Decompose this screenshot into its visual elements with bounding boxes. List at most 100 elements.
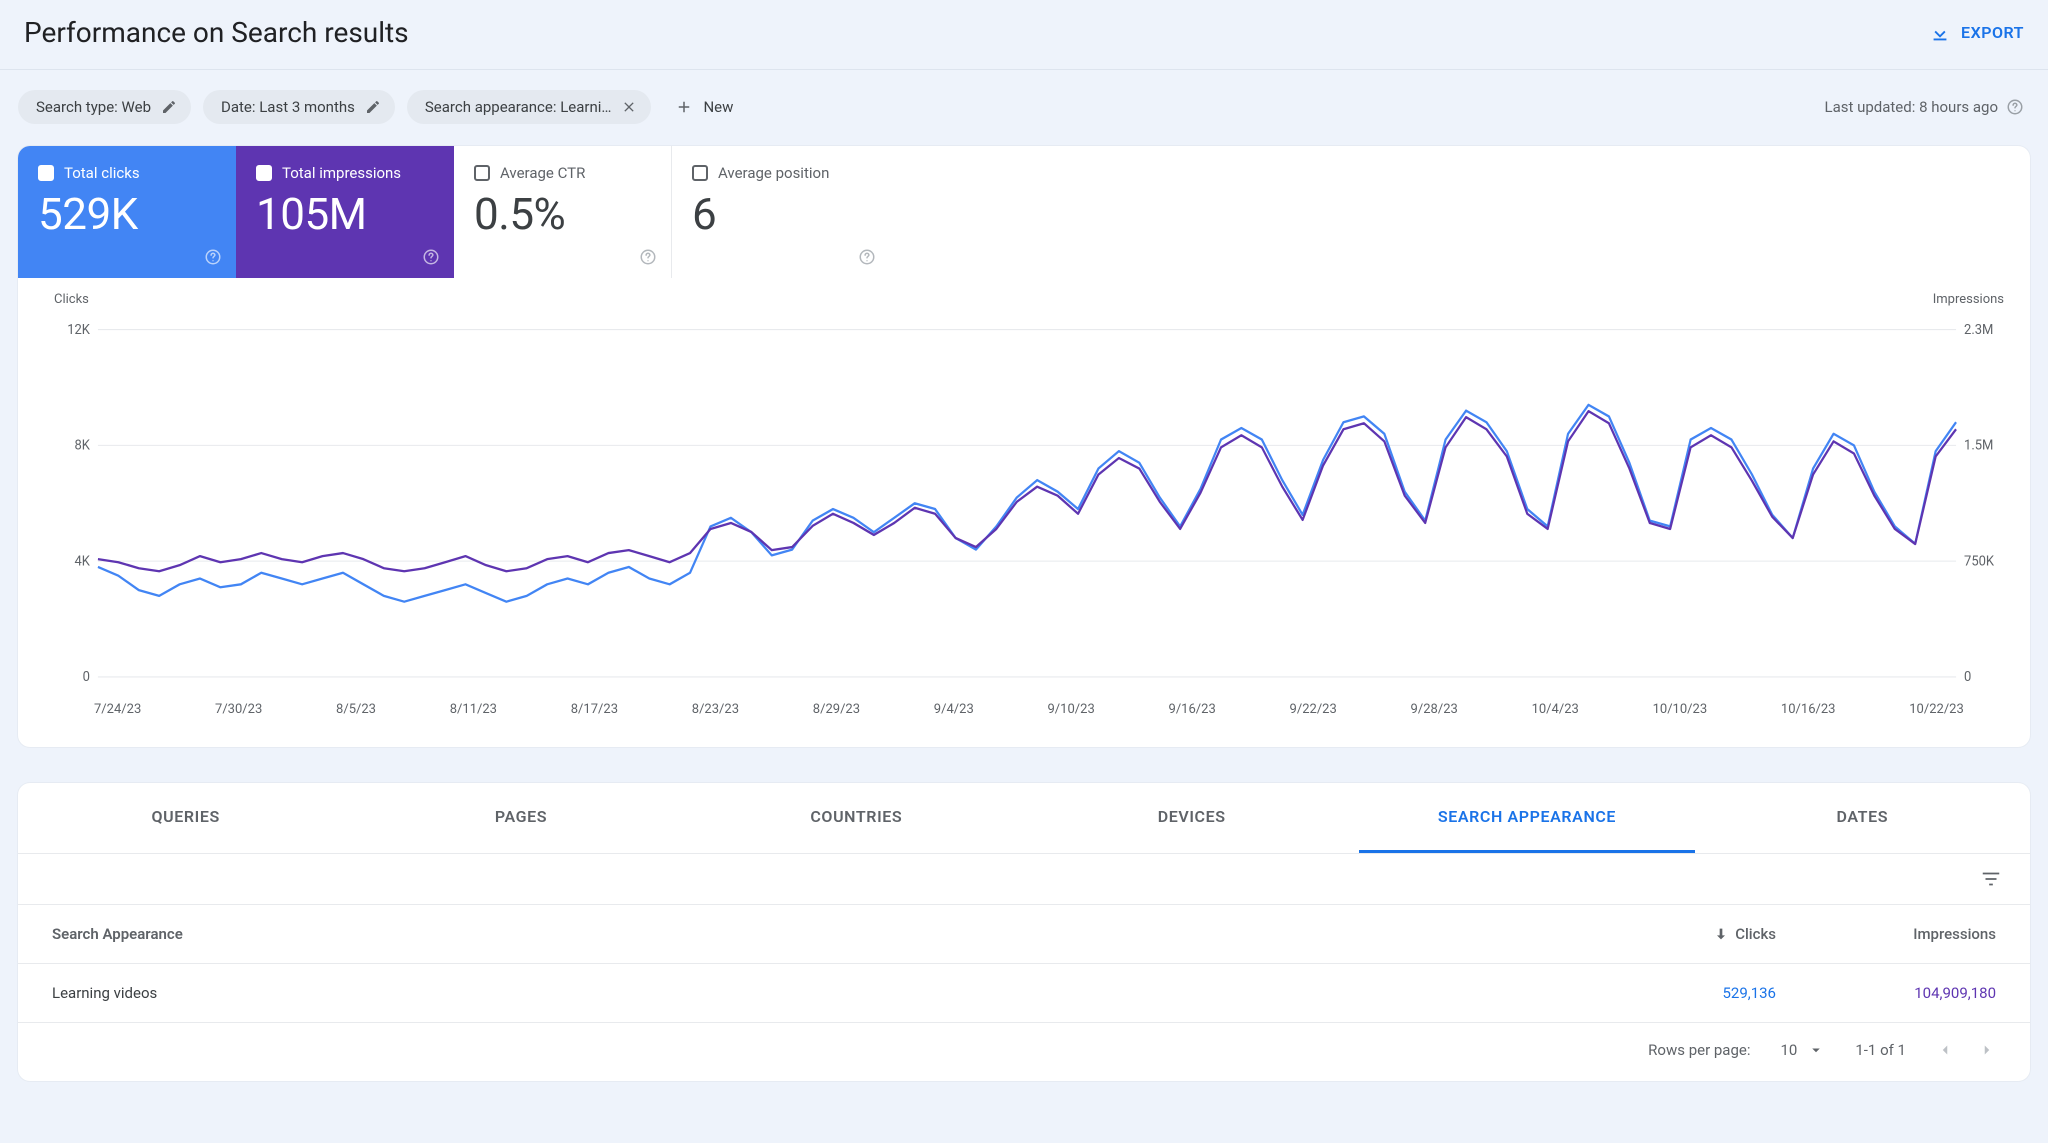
x-tick: 10/4/23 bbox=[1532, 702, 1579, 717]
metric-tile-average-position[interactable]: Average position 6 bbox=[672, 146, 890, 278]
cell-impressions: 104,909,180 bbox=[1914, 984, 1996, 1002]
cell-clicks: 529,136 bbox=[1722, 984, 1776, 1002]
filter-chip-label: Date: Last 3 months bbox=[221, 98, 355, 116]
header-bar: Performance on Search results EXPORT bbox=[0, 0, 2048, 70]
x-tick: 8/5/23 bbox=[336, 702, 376, 717]
x-tick: 9/16/23 bbox=[1169, 702, 1216, 717]
tabs: QUERIESPAGESCOUNTRIESDEVICESSEARCH APPEA… bbox=[18, 783, 2030, 854]
svg-text:1.5M: 1.5M bbox=[1964, 438, 1993, 453]
help-icon[interactable] bbox=[858, 248, 876, 266]
metric-label: Average position bbox=[718, 164, 829, 182]
metric-value: 6 bbox=[692, 188, 870, 240]
download-icon bbox=[1929, 22, 1951, 44]
rows-per-page-label: Rows per page: bbox=[1648, 1041, 1750, 1059]
metric-checkbox[interactable] bbox=[474, 165, 490, 181]
svg-text:0: 0 bbox=[83, 670, 90, 685]
filter-icon[interactable] bbox=[1980, 868, 2002, 890]
help-icon[interactable] bbox=[639, 248, 657, 266]
filter-chip-label: Search appearance: Learni… bbox=[425, 98, 612, 116]
tab-search-appearance[interactable]: SEARCH APPEARANCE bbox=[1359, 783, 1694, 853]
filter-chip[interactable]: Search appearance: Learni… bbox=[407, 90, 652, 124]
export-label: EXPORT bbox=[1961, 23, 2024, 42]
page-title: Performance on Search results bbox=[24, 16, 409, 49]
new-filter-label: New bbox=[703, 98, 733, 116]
x-tick: 7/30/23 bbox=[215, 702, 262, 717]
export-button[interactable]: EXPORT bbox=[1929, 22, 2024, 44]
performance-chart-card: Total clicks 529K Total impressions 105M Ave… bbox=[18, 146, 2030, 747]
filter-chip[interactable]: Search type: Web bbox=[18, 90, 191, 124]
help-icon[interactable] bbox=[2006, 98, 2024, 116]
filter-chip-label: Search type: Web bbox=[36, 98, 151, 116]
svg-text:750K: 750K bbox=[1964, 554, 1995, 569]
svg-text:4K: 4K bbox=[75, 554, 91, 569]
metric-checkbox[interactable] bbox=[38, 165, 54, 181]
results-table: Search Appearance Clicks Impressions Lea… bbox=[18, 904, 2030, 1022]
dimension-table-card: QUERIESPAGESCOUNTRIESDEVICESSEARCH APPEA… bbox=[18, 783, 2030, 1081]
help-icon[interactable] bbox=[422, 248, 440, 266]
pager-range: 1-1 of 1 bbox=[1855, 1041, 1906, 1059]
x-tick: 9/28/23 bbox=[1411, 702, 1458, 717]
table-row[interactable]: Learning videos 529,136 104,909,180 bbox=[18, 963, 2030, 1022]
metric-tile-total-clicks[interactable]: Total clicks 529K bbox=[18, 146, 236, 278]
tab-pages[interactable]: PAGES bbox=[353, 783, 688, 853]
column-header-name[interactable]: Search Appearance bbox=[52, 925, 1576, 943]
svg-text:8K: 8K bbox=[75, 438, 91, 453]
x-tick: 8/11/23 bbox=[450, 702, 497, 717]
x-tick: 9/4/23 bbox=[934, 702, 974, 717]
tab-queries[interactable]: QUERIES bbox=[18, 783, 353, 853]
pencil-icon bbox=[365, 99, 381, 115]
x-tick: 7/24/23 bbox=[94, 702, 141, 717]
rows-per-page-value: 10 bbox=[1780, 1041, 1797, 1059]
metric-checkbox[interactable] bbox=[692, 165, 708, 181]
chevron-down-icon bbox=[1807, 1041, 1825, 1059]
last-updated-text: Last updated: 8 hours ago bbox=[1824, 98, 1998, 116]
x-tick: 10/10/23 bbox=[1653, 702, 1708, 717]
add-filter-button[interactable]: New bbox=[663, 90, 745, 124]
last-updated: Last updated: 8 hours ago bbox=[1824, 98, 2024, 116]
sort-descending-icon bbox=[1713, 926, 1729, 942]
x-tick: 8/29/23 bbox=[813, 702, 860, 717]
table-pager: Rows per page: 10 1-1 of 1 bbox=[18, 1022, 2030, 1081]
help-icon[interactable] bbox=[204, 248, 222, 266]
pager-prev-icon[interactable] bbox=[1936, 1041, 1954, 1059]
tab-countries[interactable]: COUNTRIES bbox=[689, 783, 1024, 853]
rows-per-page-select[interactable]: 10 bbox=[1780, 1041, 1825, 1059]
tab-devices[interactable]: DEVICES bbox=[1024, 783, 1359, 853]
svg-text:2.3M: 2.3M bbox=[1964, 323, 1993, 338]
x-tick: 9/22/23 bbox=[1290, 702, 1337, 717]
column-header-impressions[interactable]: Impressions bbox=[1776, 925, 1996, 943]
close-icon bbox=[621, 99, 637, 115]
left-axis-title: Clicks bbox=[54, 292, 89, 307]
tab-dates[interactable]: DATES bbox=[1695, 783, 2030, 853]
x-tick: 8/17/23 bbox=[571, 702, 618, 717]
cell-name: Learning videos bbox=[52, 984, 1576, 1002]
plus-icon bbox=[675, 98, 693, 116]
table-toolbar bbox=[18, 854, 2030, 904]
metric-label: Total clicks bbox=[64, 164, 140, 182]
x-tick: 8/23/23 bbox=[692, 702, 739, 717]
metric-tiles: Total clicks 529K Total impressions 105M Ave… bbox=[18, 146, 2030, 278]
table-header-row: Search Appearance Clicks Impressions bbox=[18, 904, 2030, 963]
metric-value: 529K bbox=[38, 188, 216, 240]
x-tick: 10/16/23 bbox=[1781, 702, 1836, 717]
metric-label: Average CTR bbox=[500, 164, 585, 182]
metric-label: Total impressions bbox=[282, 164, 401, 182]
metric-tile-average-ctr[interactable]: Average CTR 0.5% bbox=[454, 146, 672, 278]
filter-chips: Search type: Web Date: Last 3 months Searc… bbox=[18, 90, 745, 124]
chart-area: Clicks Impressions 12K2.3M8K1.5M4K750K00… bbox=[18, 278, 2030, 747]
filter-bar: Search type: Web Date: Last 3 months Searc… bbox=[0, 70, 2048, 146]
x-tick: 10/22/23 bbox=[1909, 702, 1964, 717]
line-chart[interactable]: 12K2.3M8K1.5M4K750K00 bbox=[48, 298, 2006, 698]
x-tick: 9/10/23 bbox=[1048, 702, 1095, 717]
pager-next-icon[interactable] bbox=[1978, 1041, 1996, 1059]
filter-chip[interactable]: Date: Last 3 months bbox=[203, 90, 395, 124]
column-header-clicks[interactable]: Clicks bbox=[1576, 925, 1776, 943]
svg-text:0: 0 bbox=[1964, 670, 1971, 685]
metric-tile-total-impressions[interactable]: Total impressions 105M bbox=[236, 146, 454, 278]
metric-value: 105M bbox=[256, 188, 434, 240]
pencil-icon bbox=[161, 99, 177, 115]
metric-value: 0.5% bbox=[474, 188, 651, 240]
x-axis-ticks: 7/24/23 7/30/23 8/5/23 8/11/23 8/17/23 8/23/2… bbox=[48, 702, 2006, 717]
metric-checkbox[interactable] bbox=[256, 165, 272, 181]
right-axis-title: Impressions bbox=[1933, 292, 2004, 307]
